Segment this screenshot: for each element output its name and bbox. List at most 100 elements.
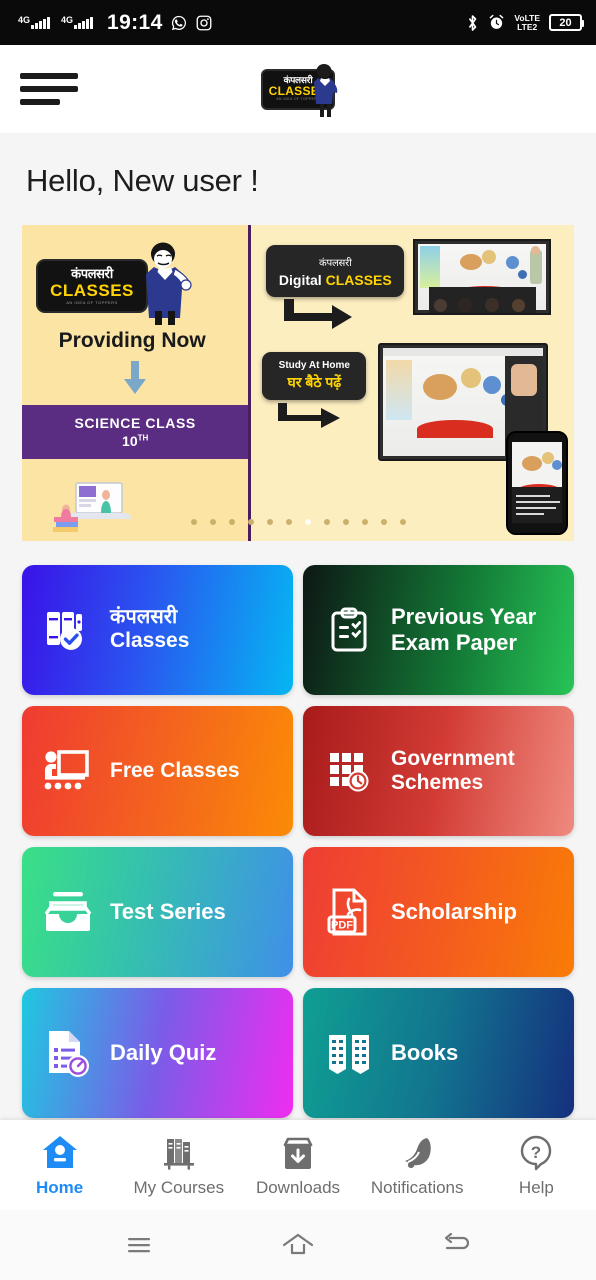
banner-headline: Providing Now [58, 329, 206, 352]
carousel-dot[interactable] [228, 519, 235, 525]
tile-daily-quiz[interactable]: Daily Quiz [22, 988, 293, 1118]
carousel-dot-active[interactable] [304, 519, 311, 525]
tile-label: Government Schemes [391, 746, 515, 794]
banner-logo-english: CLASSES [50, 281, 134, 300]
banner-tag-digital-classes: कंपलसरी Digital CLASSES [266, 245, 405, 297]
app-logo: कंपलसरी CLASSES AN IDEA OF TOPPERS [248, 61, 348, 117]
carousel-dot[interactable] [380, 519, 387, 525]
banner-tag-study-at-home: Study At Home घर बैठे पढ़ें [262, 352, 367, 400]
banner-subject-line2: 10TH [122, 433, 149, 449]
volte-line-2: LTE2 [517, 21, 538, 32]
tile-label: कंपलसरी Classes [110, 606, 189, 654]
download-box-icon [283, 1137, 313, 1169]
tile-label: Books [391, 1040, 459, 1066]
tile-books[interactable]: Books [303, 988, 574, 1118]
page-content: Hello, New user ! कंपलसरी CLASSES AN IDE… [0, 133, 596, 1145]
nav-item-notifications[interactable]: Notifications [358, 1133, 477, 1198]
network-type-sim2: 4G [61, 14, 74, 25]
arrow-right-icon-2 [278, 403, 341, 428]
whatsapp-icon [171, 15, 186, 30]
tile-free-classes[interactable]: Free Classes [22, 706, 293, 836]
network-type-sim1: 4G [18, 14, 31, 25]
nav-label: Home [35, 1177, 84, 1197]
tile-label: Free Classes [110, 758, 240, 782]
banner-tag2-english: Study At Home [278, 360, 350, 371]
carousel-dot[interactable] [209, 519, 216, 525]
tile-label-hindi: कंपलसरी [110, 606, 178, 629]
nav-item-home[interactable]: Home [0, 1133, 119, 1198]
signal-strength-sim2-icon: 4G [61, 14, 97, 29]
nav-item-my-courses[interactable]: My Courses [119, 1133, 238, 1198]
recents-button[interactable] [122, 1228, 156, 1262]
tile-test-series[interactable]: Test Series [22, 847, 293, 977]
arrow-down-icon [124, 361, 147, 394]
signal-strength-sim1-icon: 4G [18, 14, 54, 29]
nav-label: Notifications [370, 1177, 464, 1197]
monitor-stand [442, 459, 484, 461]
svg-text:PDF: PDF [331, 920, 353, 932]
tile-compulsory-classes[interactable]: कंपलसरी Classes [22, 565, 293, 695]
status-bar-left: 4G 4G 19:14 [18, 11, 213, 35]
banner-subject-sup: TH [137, 433, 149, 443]
back-arrow-icon [444, 1232, 469, 1250]
nav-label: Help [518, 1177, 554, 1197]
inbox-tray-icon [42, 890, 94, 934]
books-check-icon [42, 605, 94, 655]
banner-subject-line1: SCIENCE CLASS [74, 415, 196, 431]
tile-label-english: Classes [110, 629, 190, 653]
carousel-dot[interactable] [247, 519, 254, 525]
tile-government-schemes[interactable]: Government Schemes [303, 706, 574, 836]
battery-icon: 20 [549, 14, 584, 31]
banner-left-panel: कंपलसरी CLASSES AN IDEA OF TOPPERS Provi… [22, 225, 249, 541]
tile-previous-year-exam-paper[interactable]: Previous Year Exam Paper [303, 565, 574, 695]
carousel-dot[interactable] [190, 519, 197, 525]
home-button[interactable] [281, 1228, 315, 1262]
classroom-teaching-icon [42, 748, 94, 794]
greeting-text: Hello, New user ! [26, 163, 259, 198]
banner-divider [248, 225, 252, 541]
volte-indicator: VoLTE LTE2 [514, 14, 540, 31]
status-bar-clock: 19:14 [107, 10, 163, 34]
open-book-icon [323, 1030, 375, 1076]
banner-logo-tagline: AN IDEA OF TOPPERS [66, 300, 118, 305]
back-button[interactable] [440, 1228, 474, 1262]
carousel-dot[interactable] [342, 519, 349, 525]
banner-tag1-english: Digital CLASSES [278, 271, 392, 288]
promo-banner-carousel[interactable]: कंपलसरी CLASSES AN IDEA OF TOPPERS Provi… [22, 225, 574, 541]
arrow-right-icon-1 [284, 299, 353, 329]
tile-label: Scholarship [391, 899, 517, 925]
nav-label: My Courses [133, 1177, 225, 1197]
tile-scholarship[interactable]: PDF Scholarship [303, 847, 574, 977]
banner-logo: कंपलसरी CLASSES AN IDEA OF TOPPERS [36, 242, 196, 325]
carousel-dot[interactable] [266, 519, 273, 525]
hamburger-menu-icon[interactable] [20, 73, 78, 105]
bluetooth-icon [469, 14, 477, 31]
banner-logo-phone-shape: कंपलसरी CLASSES AN IDEA OF TOPPERS [36, 259, 148, 313]
carousel-dot[interactable] [399, 519, 406, 525]
tile-label: Daily Quiz [110, 1040, 217, 1066]
carousel-dot[interactable] [361, 519, 368, 525]
document-timer-icon [42, 1028, 94, 1078]
mascot-illustration [314, 64, 338, 117]
banner-subject-bar: SCIENCE CLASS 10TH [22, 405, 249, 459]
nav-item-downloads[interactable]: Downloads [238, 1133, 357, 1198]
carousel-dots[interactable] [22, 519, 574, 525]
calendar-clock-icon [323, 747, 375, 795]
carousel-dot[interactable] [323, 519, 330, 525]
banner-tag2-hindi: घर बैठे पढ़ें [287, 374, 342, 390]
banner-logo-hindi: कंपलसरी [71, 266, 113, 281]
app-header: कंपलसरी CLASSES AN IDEA OF TOPPERS [0, 45, 596, 133]
books-shelf-icon [163, 1138, 194, 1170]
alarm-icon [490, 14, 504, 29]
status-bar-right: VoLTE LTE2 20 [466, 14, 584, 32]
smartphone-screen [512, 442, 562, 523]
home-icon [42, 1135, 77, 1168]
instagram-icon [196, 15, 212, 30]
tile-label: Previous Year Exam Paper [391, 604, 537, 655]
svg-text:?: ? [531, 1143, 541, 1162]
question-mark-icon: ? [521, 1135, 552, 1170]
pdf-file-icon: PDF [323, 887, 375, 937]
tile-label: Test Series [110, 899, 226, 925]
carousel-dot[interactable] [285, 519, 292, 525]
nav-item-help[interactable]: ? Help [477, 1133, 596, 1198]
